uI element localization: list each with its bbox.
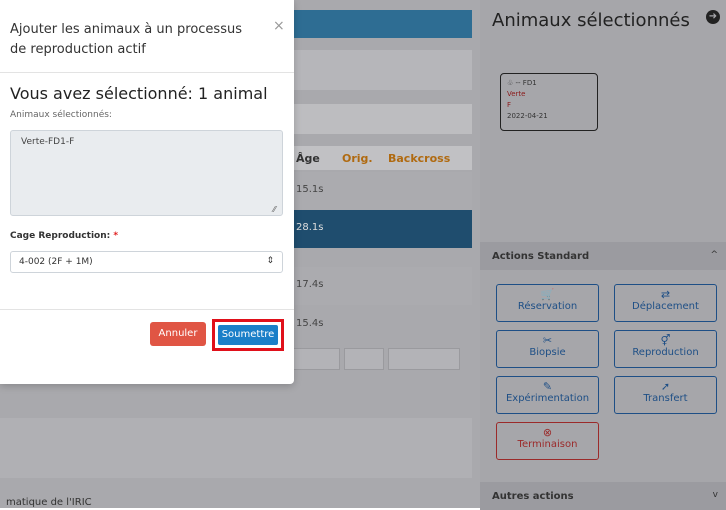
modal-title: Ajouter les animaux à un processus de re… [10,22,242,57]
chevron-down-icon: v [712,490,718,500]
side-panel: Animaux sélectionnés ➜ ♧ -- FD1 Verte F … [480,0,726,510]
standard-actions-header[interactable]: Actions Standard ^ [480,242,726,270]
required-marker: * [113,231,119,241]
selected-animals-textarea[interactable]: Verte-FD1-F [10,130,283,216]
edit-icon: ✎ [542,380,553,393]
deplacement-button[interactable]: ⇄ Déplacement [614,284,717,322]
gender-icon: ⚥ [660,334,671,347]
transfert-button[interactable]: ➚ Transfert [614,376,717,414]
selected-animals-label: Animaux sélectionnés: [10,110,112,120]
column-age: Âge [296,152,320,165]
filter-input[interactable] [290,348,340,370]
cage-reproduction-select[interactable]: 4-002 (2F + 1M) ⇕ [10,251,283,273]
divider [0,72,294,73]
column-orig: Orig. [342,152,373,165]
reproduction-button[interactable]: ⚥ Reproduction [614,330,717,368]
animal-card[interactable]: ♧ -- FD1 Verte F 2022-04-21 [500,73,598,131]
cart-icon: 🛒 [540,288,555,301]
transfer-icon: ➚ [660,380,671,393]
biopsie-button[interactable]: ✂ Biopsie [496,330,599,368]
close-icon[interactable]: × [273,18,285,34]
chevron-up-icon: ^ [710,250,718,260]
cancel-button[interactable]: Annuler [150,322,206,346]
submit-highlight: Soumettre [212,319,284,351]
animal-card-id: ♧ -- FD1 [507,79,537,87]
animal-card-sex: F [507,101,512,109]
select-caret-icon: ⇕ [266,256,274,266]
footer-text: matique de l'IRIC [6,497,92,508]
selection-count-heading: Vous avez sélectionné: 1 animal [10,84,268,103]
submit-button[interactable]: Soumettre [218,325,278,345]
animal-icon: ♧ [507,79,516,87]
arrow-right-icon[interactable]: ➜ [706,10,720,24]
terminaison-button[interactable]: ⊗ Terminaison [496,422,599,460]
animal-card-date: 2022-04-21 [507,112,548,120]
cage-reproduction-label: Cage Reproduction: * [10,231,119,241]
column-backcross: Backcross [388,152,451,165]
x-circle-icon: ⊗ [542,426,553,439]
filter-input[interactable] [388,348,460,370]
experimentation-button[interactable]: ✎ Expérimentation [496,376,599,414]
standard-actions: 🛒 Réservation ⇄ Déplacement ✂ Biopsie ⚥ Repr… [480,270,726,492]
other-actions-header[interactable]: Autres actions v [480,482,726,510]
bg-panel [0,418,472,478]
animal-card-color: Verte [507,90,526,98]
resize-handle-icon[interactable]: ⁄⁄ [273,205,276,214]
reservation-button[interactable]: 🛒 Réservation [496,284,599,322]
divider [0,309,294,310]
filter-input[interactable] [344,348,384,370]
scissors-icon: ✂ [542,334,553,347]
swap-icon: ⇄ [660,288,671,301]
side-panel-title: Animaux sélectionnés [492,10,690,31]
add-to-reproduction-modal: Ajouter les animaux à un processus de re… [0,0,294,384]
